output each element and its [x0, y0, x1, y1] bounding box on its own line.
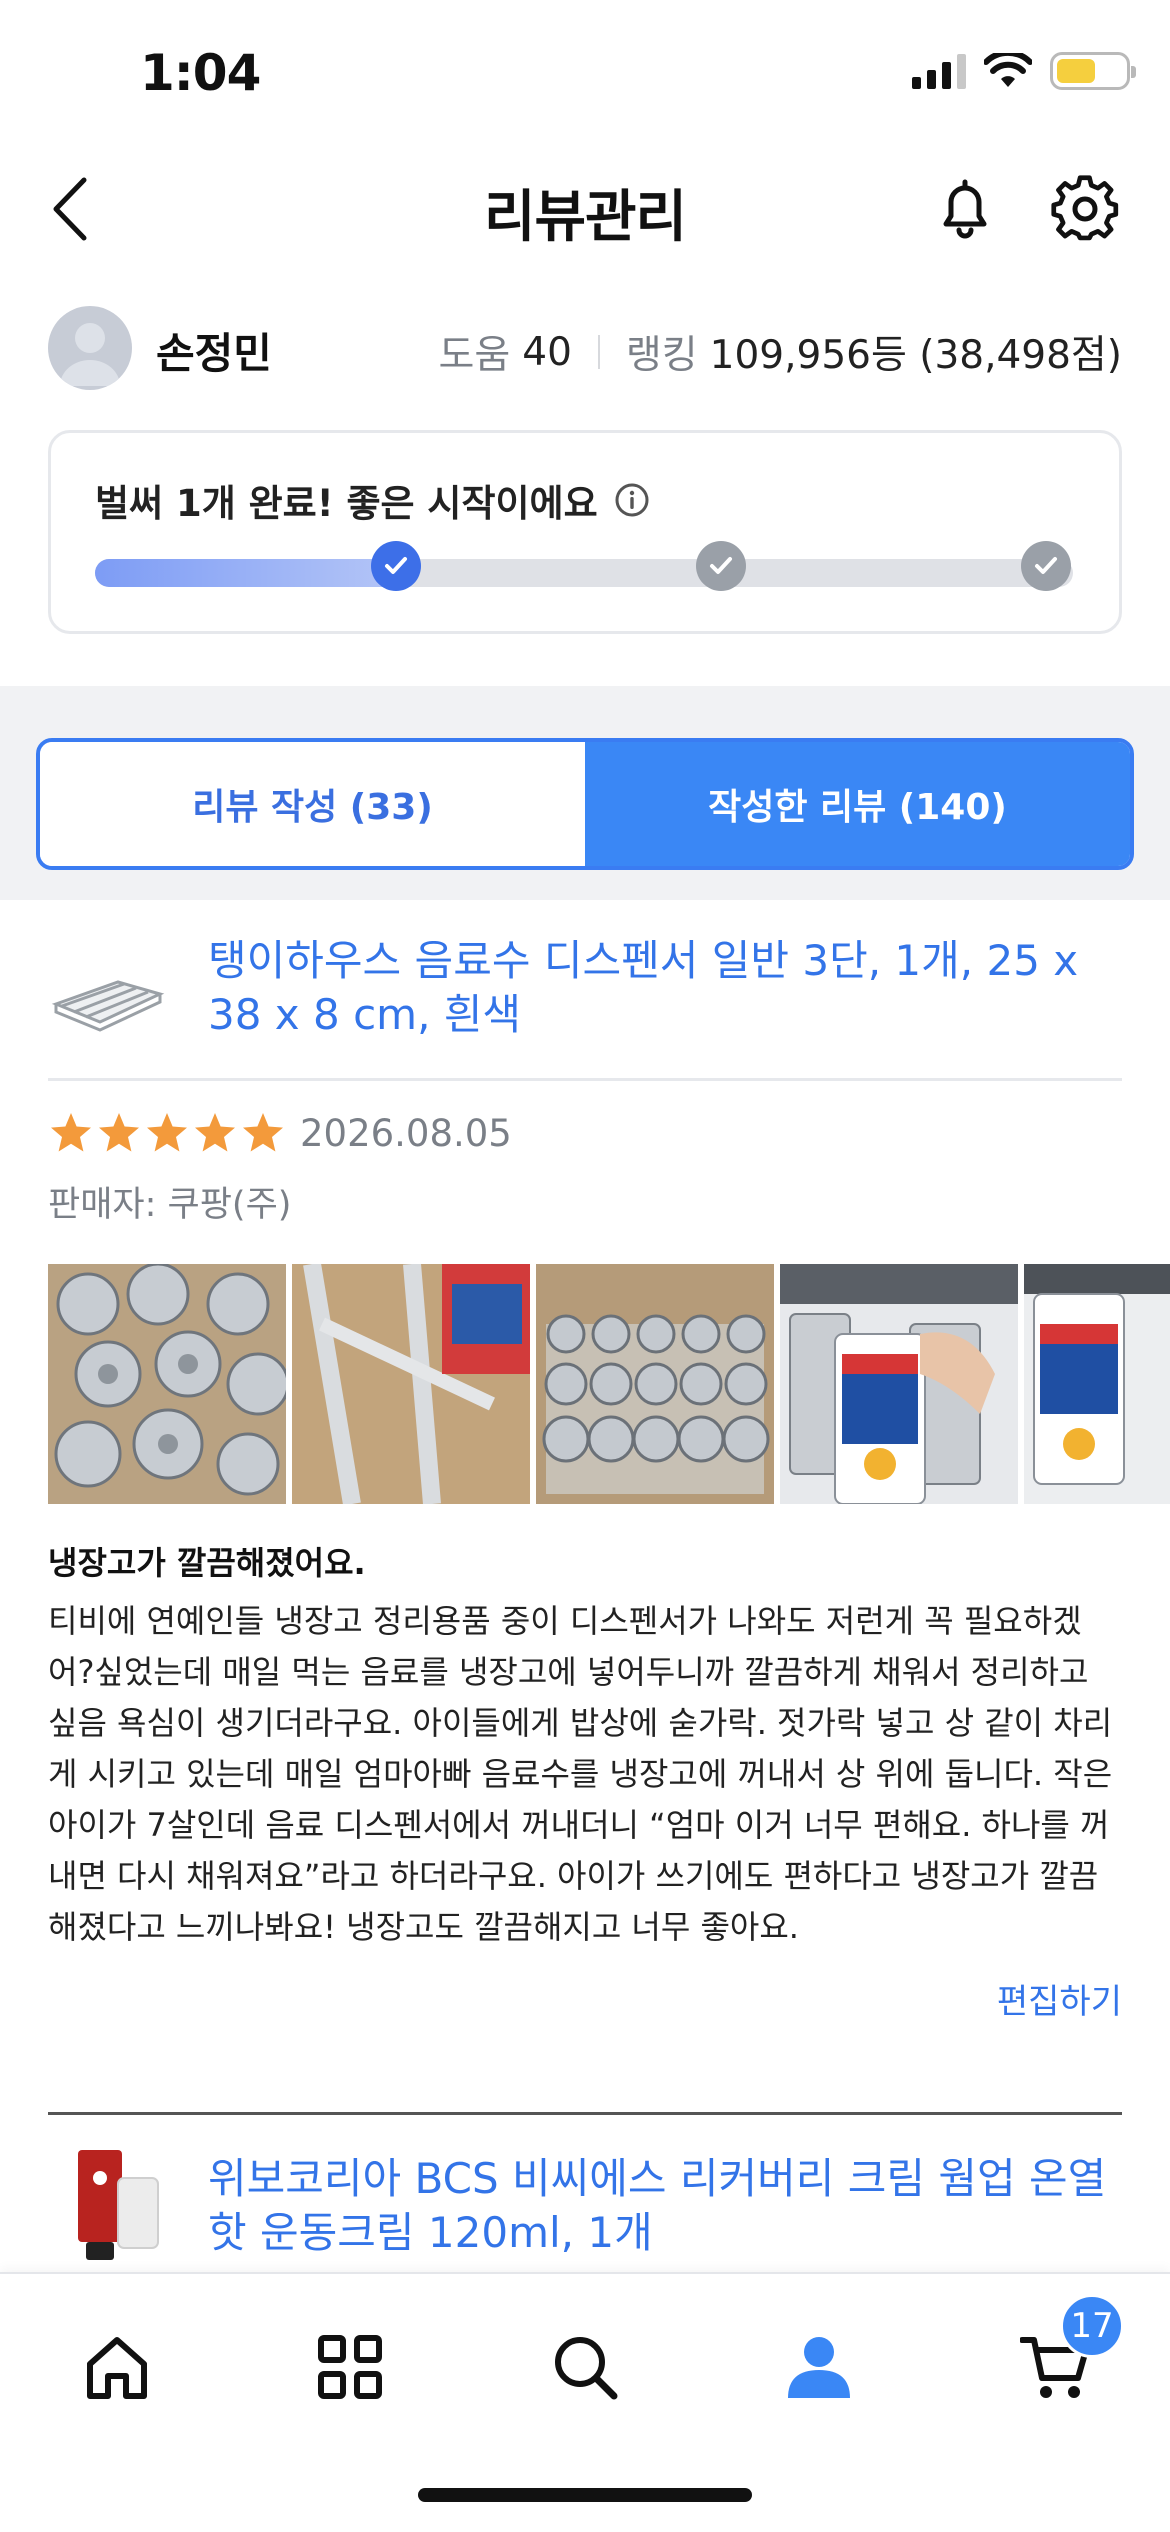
progress-step-3	[1021, 541, 1071, 591]
gear-icon	[1051, 175, 1119, 241]
person-icon	[788, 2337, 850, 2398]
review-photo-2[interactable]	[292, 1264, 530, 1504]
user-name: 손정민	[156, 329, 272, 378]
rating-row: 2026.08.05	[48, 1110, 512, 1156]
review-photo-3[interactable]	[536, 1264, 774, 1504]
battery-icon	[1050, 52, 1136, 90]
divider	[48, 1078, 1122, 1081]
profile-summary: 손정민 도움 40 랭킹 109,956등 (38,498점)	[48, 300, 1122, 390]
nav-categories[interactable]	[305, 2322, 395, 2412]
product-thumbnail[interactable]	[48, 942, 168, 1062]
seller-name: 판매자: 쿠팡(주)	[48, 1185, 292, 1225]
nav-my-page[interactable]	[774, 2322, 864, 2412]
review-photos	[48, 1264, 1170, 1504]
search-icon	[555, 2337, 618, 2400]
notifications-button[interactable]	[930, 174, 1000, 244]
progress-step-1	[371, 541, 421, 591]
product-thumbnail[interactable]	[48, 2148, 168, 2268]
grid-icon	[318, 2335, 382, 2399]
nav-home[interactable]	[72, 2322, 162, 2412]
star-rating	[48, 1110, 286, 1156]
review-photo-1[interactable]	[48, 1264, 286, 1504]
review-progress-card: 벌써 1개 완료! 좋은 시작이에요	[48, 430, 1122, 634]
edit-review-button[interactable]: 편집하기	[997, 1974, 1122, 2023]
review-body: 티비에 연예인들 냉장고 정리용품 중이 디스펜서가 나와도 저런게 꼭 필요하…	[48, 1602, 1113, 1946]
profile-stats: 도움 40 랭킹 109,956등 (38,498점)	[439, 324, 1123, 380]
rank-label: 랭킹	[625, 333, 698, 378]
tab-written-reviews[interactable]: 작성한 리뷰 (140)	[585, 742, 1130, 866]
status-bar: 1:04	[0, 0, 1170, 150]
nav-cart[interactable]: 17	[1010, 2294, 1124, 2412]
avatar	[48, 306, 132, 390]
status-icons	[912, 52, 1136, 90]
review-photo-5[interactable]	[1024, 1264, 1170, 1504]
top-header: 리뷰관리	[0, 150, 1170, 270]
star-icon	[99, 1113, 139, 1152]
progress-step-2	[696, 541, 746, 591]
product-name-link[interactable]: 위보코리아 BCS 비씨에스 리커버리 크림 웜업 온열핫 운동크림 120ml…	[208, 2152, 1118, 2260]
product-name-link[interactable]: 탱이하우스 음료수 디스펜서 일반 3단, 1개, 25 x 38 x 8 cm…	[208, 934, 1118, 1042]
star-icon	[195, 1113, 235, 1152]
star-icon	[147, 1113, 187, 1152]
help-value: 40	[522, 329, 572, 375]
wifi-icon	[984, 53, 1032, 87]
stats-divider	[597, 335, 600, 369]
progress-title: 벌써 1개 완료! 좋은 시작이에요	[95, 482, 598, 525]
status-time: 1:04	[140, 44, 261, 102]
cart-count-badge: 17	[1060, 2294, 1124, 2358]
cellular-signal-icon	[912, 53, 966, 89]
home-icon	[87, 2337, 147, 2399]
star-icon	[51, 1113, 91, 1152]
rank-value: 109,956등 (38,498점)	[709, 333, 1122, 378]
progress-fill	[95, 559, 418, 587]
review-headline: 냉장고가 깔끔해졌어요.	[48, 1544, 366, 1582]
bell-icon	[943, 179, 987, 239]
star-icon	[243, 1113, 283, 1152]
check-icon	[710, 557, 732, 574]
review-tabs: 리뷰 작성 (33) 작성한 리뷰 (140)	[36, 738, 1134, 870]
home-indicator	[418, 2488, 752, 2502]
nav-search[interactable]	[540, 2322, 630, 2412]
help-label: 도움	[438, 333, 511, 378]
tab-write-review[interactable]: 리뷰 작성 (33)	[40, 742, 585, 866]
review-photo-4[interactable]	[780, 1264, 1018, 1504]
check-icon	[1035, 557, 1057, 574]
settings-button[interactable]	[1050, 174, 1120, 244]
check-icon	[385, 557, 407, 574]
review-date: 2026.08.05	[300, 1111, 512, 1155]
review-divider	[48, 2112, 1122, 2115]
progress-track	[95, 541, 1073, 591]
progress-title-row: 벌써 1개 완료! 좋은 시작이에요	[95, 473, 650, 527]
info-icon[interactable]	[614, 482, 650, 518]
